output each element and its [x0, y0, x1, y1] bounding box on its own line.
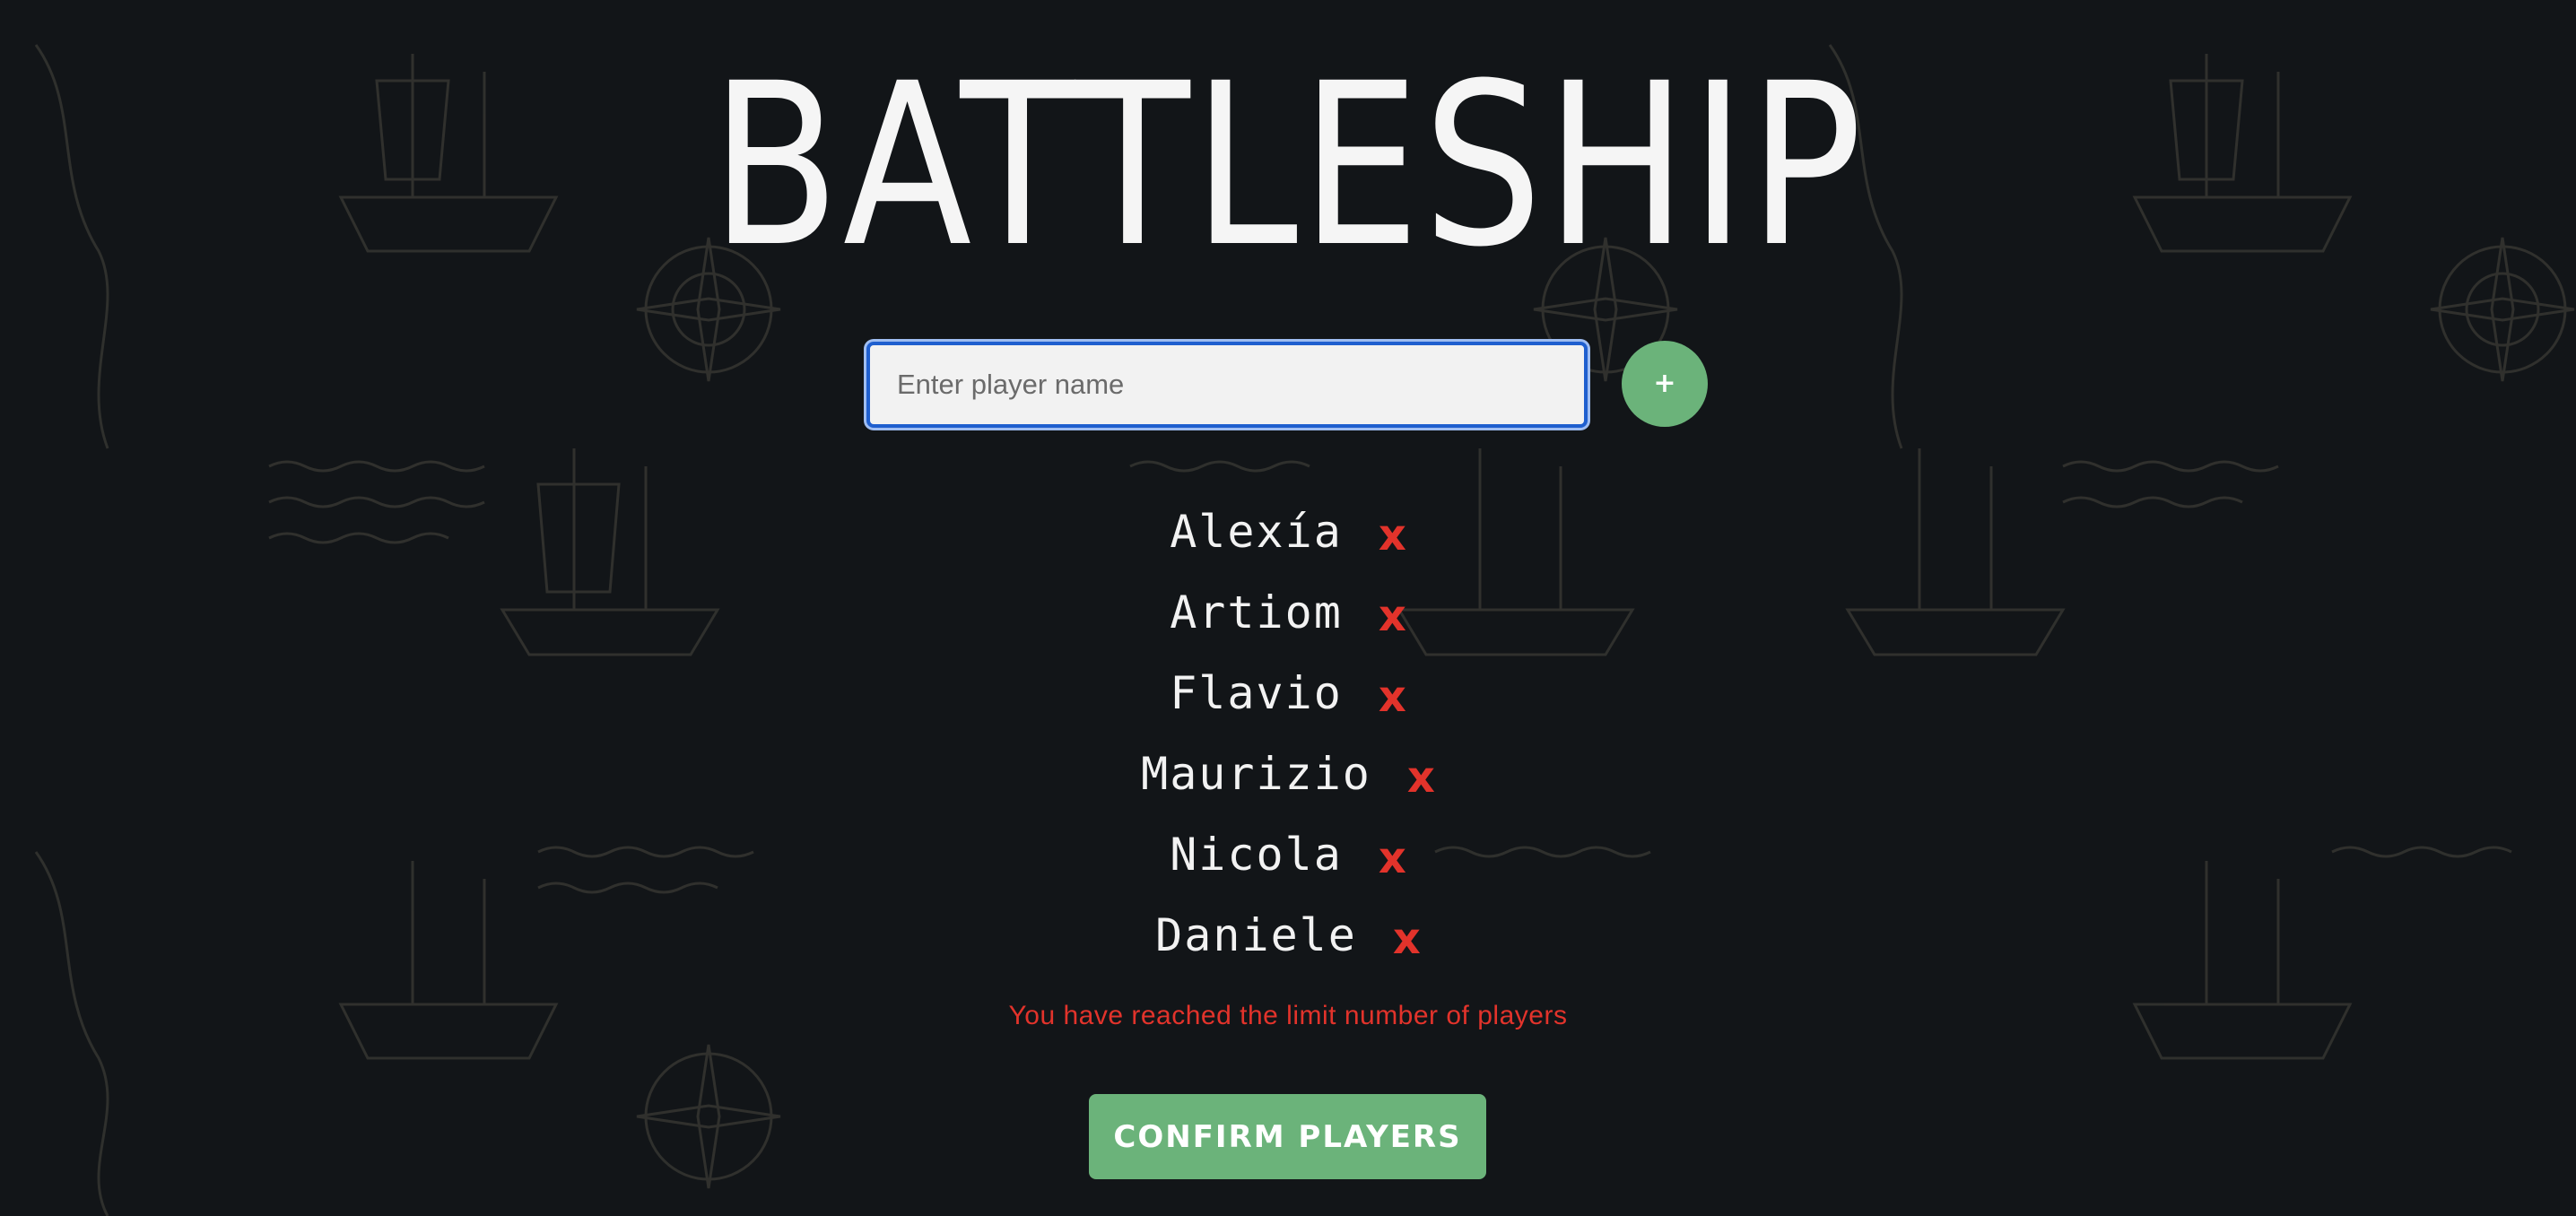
player-row: Alexía x — [0, 491, 2576, 572]
remove-player-button[interactable]: x — [1379, 837, 1406, 880]
remove-player-button[interactable]: x — [1379, 595, 1406, 638]
player-row: Nicola x — [0, 814, 2576, 895]
remove-player-button[interactable]: x — [1379, 514, 1406, 557]
remove-player-button[interactable]: x — [1407, 756, 1435, 799]
remove-player-button[interactable]: x — [1393, 917, 1421, 960]
player-list: Alexía x Artiom x Flavio x Maurizio x Ni… — [0, 491, 2576, 976]
player-limit-message: You have reached the limit number of pla… — [1008, 1001, 1568, 1030]
player-row: Flavio x — [0, 653, 2576, 734]
player-row: Maurizio x — [0, 734, 2576, 814]
page-title: BATTLESHIP — [710, 35, 1866, 296]
remove-player-button[interactable]: x — [1379, 675, 1406, 718]
player-row: Daniele x — [0, 895, 2576, 976]
confirm-players-button[interactable]: CONFIRM PLAYERS — [1089, 1094, 1486, 1179]
player-name: Alexía — [1170, 506, 1343, 558]
player-name: Flavio — [1170, 667, 1343, 719]
player-name: Daniele — [1155, 909, 1357, 961]
add-player-button[interactable]: + — [1622, 341, 1708, 427]
player-setup-page: BATTLESHIP + Alexía x Artiom x Flavio x … — [0, 0, 2576, 1216]
player-row: Artiom x — [0, 572, 2576, 653]
player-name: Maurizio — [1141, 748, 1371, 800]
player-name-input[interactable] — [866, 342, 1588, 428]
player-name: Nicola — [1170, 829, 1343, 881]
player-name: Artiom — [1170, 586, 1343, 638]
